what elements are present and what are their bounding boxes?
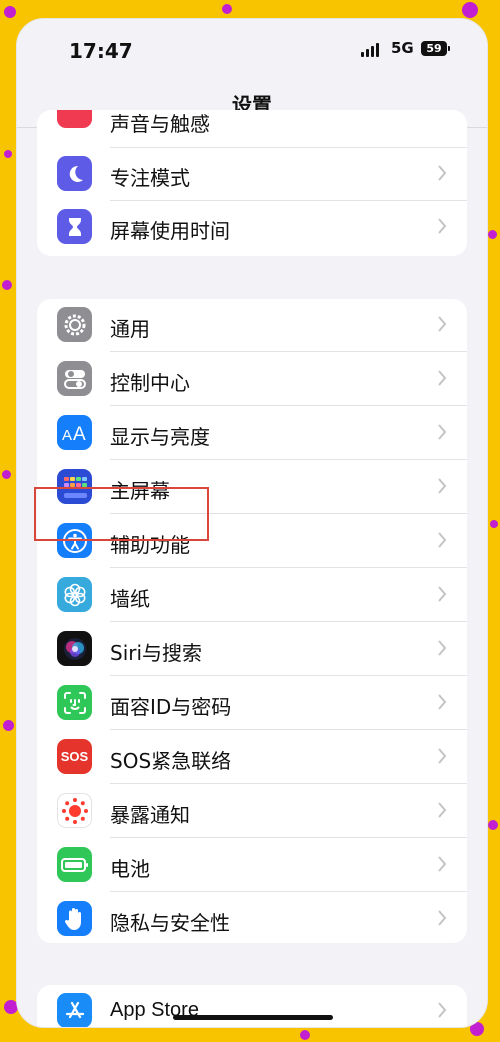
settings-row-privacy[interactable]: 隐私与安全性 <box>37 893 467 943</box>
face-id-icon <box>57 685 92 720</box>
chevron-right-icon <box>438 370 447 386</box>
chevron-right-icon <box>438 478 447 494</box>
settings-row-label: 隐私与安全性 <box>110 911 230 935</box>
chevron-right-icon <box>438 424 447 440</box>
chevron-right-icon <box>438 1002 447 1018</box>
background-dot <box>4 6 16 18</box>
settings-row-label: SOS紧急联络 <box>110 749 232 773</box>
settings-row-sounds[interactable]: 声音与触感 <box>37 110 467 148</box>
background-dot <box>488 230 497 239</box>
settings-group-focus: 声音与触感 专注模式 屏幕使用时间 <box>37 110 467 256</box>
settings-row-siri[interactable]: Siri与搜索 <box>37 623 467 676</box>
chevron-right-icon <box>438 640 447 656</box>
settings-group-store: App Store <box>37 985 467 1027</box>
background-dot <box>2 280 12 290</box>
settings-row-screen-time[interactable]: 屏幕使用时间 <box>37 201 467 254</box>
settings-row-label: 专注模式 <box>110 166 190 190</box>
moon-icon <box>57 156 92 191</box>
row-divider <box>110 675 467 676</box>
background-dot <box>3 720 14 731</box>
settings-row-label: 面容ID与密码 <box>110 695 232 719</box>
row-divider <box>110 837 467 838</box>
settings-row-label: 屏幕使用时间 <box>110 219 230 243</box>
settings-row-focus[interactable]: 专注模式 <box>37 148 467 201</box>
battery-icon: 59 <box>421 41 450 56</box>
settings-row-label: 电池 <box>110 857 150 881</box>
text-size-icon: AA <box>57 415 92 450</box>
settings-row-display[interactable]: AA 显示与亮度 <box>37 407 467 460</box>
sos-icon-text: SOS <box>60 749 89 764</box>
chevron-right-icon <box>438 856 447 872</box>
settings-row-control-center[interactable]: 控制中心 <box>37 353 467 406</box>
settings-row-wallpaper[interactable]: 墙纸 <box>37 569 467 622</box>
chevron-right-icon <box>438 910 447 926</box>
exposure-icon <box>57 793 92 828</box>
home-indicator <box>173 1015 333 1020</box>
chevron-right-icon <box>438 802 447 818</box>
settings-row-sos[interactable]: SOS SOS紧急联络 <box>37 731 467 784</box>
settings-row-exposure[interactable]: 暴露通知 <box>37 785 467 838</box>
background-dot <box>4 150 12 158</box>
settings-row-label: 声音与触感 <box>110 112 210 136</box>
toggles-icon <box>57 361 92 396</box>
svg-text:A: A <box>73 424 86 443</box>
chevron-right-icon <box>438 316 447 332</box>
signal-icon <box>361 43 383 57</box>
settings-row-label: 显示与亮度 <box>110 425 210 449</box>
background-dot <box>462 2 478 18</box>
gear-icon <box>57 307 92 342</box>
chevron-right-icon <box>438 218 447 234</box>
row-divider <box>110 891 467 892</box>
background-dot <box>490 520 498 528</box>
settings-row-label: Siri与搜索 <box>110 641 203 665</box>
row-divider <box>110 621 467 622</box>
hourglass-icon <box>57 209 92 244</box>
settings-row-label: 通用 <box>110 317 150 341</box>
background-dot <box>488 820 498 830</box>
row-divider <box>110 783 467 784</box>
svg-text:A: A <box>62 427 72 443</box>
background-dot <box>300 1030 310 1040</box>
network-type: 5G <box>391 39 414 57</box>
siri-icon <box>57 631 92 666</box>
row-divider <box>110 729 467 730</box>
settings-row-app-store[interactable]: App Store <box>37 985 467 1027</box>
chevron-right-icon <box>438 165 447 181</box>
highlight-box <box>34 487 209 541</box>
background-dot <box>222 4 232 14</box>
chevron-right-icon <box>438 748 447 764</box>
chevron-right-icon <box>438 586 447 602</box>
row-divider <box>110 405 467 406</box>
settings-row-label: 控制中心 <box>110 371 190 395</box>
chevron-right-icon <box>438 694 447 710</box>
settings-group-main: 通用 控制中心 AA 显示与亮度 主屏幕 辅助功能 墙纸 Siri与搜索 面容I… <box>37 299 467 943</box>
settings-row-general[interactable]: 通用 <box>37 299 467 352</box>
speaker-icon <box>57 110 92 128</box>
flower-icon <box>57 577 92 612</box>
settings-row-face-id[interactable]: 面容ID与密码 <box>37 677 467 730</box>
row-divider <box>110 351 467 352</box>
row-divider <box>110 459 467 460</box>
status-time: 17:47 <box>69 39 133 63</box>
background-dot <box>2 470 11 479</box>
battery-icon <box>57 847 92 882</box>
status-bar: 17:47 5G 59 <box>17 19 487 79</box>
settings-row-label: 暴露通知 <box>110 803 190 827</box>
hand-icon <box>57 901 92 936</box>
sos-icon: SOS <box>57 739 92 774</box>
chevron-right-icon <box>438 532 447 548</box>
settings-row-battery[interactable]: 电池 <box>37 839 467 892</box>
row-divider <box>110 567 467 568</box>
settings-row-label: 墙纸 <box>110 587 150 611</box>
app-store-icon <box>57 993 92 1027</box>
